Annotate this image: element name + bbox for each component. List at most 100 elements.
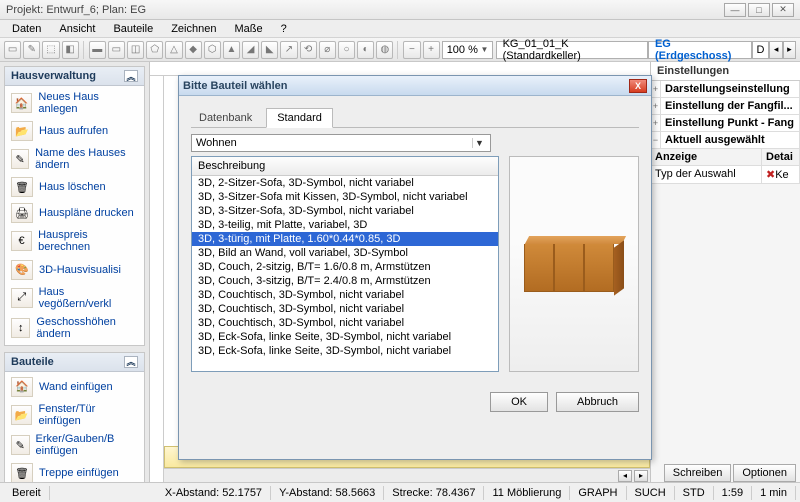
list-item[interactable]: 3D, 3-teilig, mit Platte, variabel, 3D (192, 218, 498, 232)
cancel-button[interactable]: Abbruch (556, 392, 639, 412)
window-titlebar: Projekt: Entwurf_6; Plan: EG — □ ✕ (0, 0, 800, 20)
options-button[interactable]: Optionen (733, 464, 796, 482)
sidebar-item[interactable]: 🖨Hauspläne drucken (5, 200, 144, 226)
tool-icon[interactable]: ◢ (242, 41, 259, 59)
dialog-close-button[interactable]: X (629, 79, 647, 93)
floor-next[interactable]: ▸ (783, 41, 796, 59)
close-button[interactable]: ✕ (772, 3, 794, 17)
tool-icon[interactable]: ▲ (223, 41, 240, 59)
tool-icon[interactable]: ▭ (108, 41, 125, 59)
list-item[interactable]: 3D, Eck-Sofa, linke Seite, 3D-Symbol, ni… (192, 330, 498, 344)
group-header-bauteile[interactable]: Bauteile ︽ (5, 353, 144, 372)
sidebar-item[interactable]: €Hauspreis berechnen (5, 226, 144, 256)
sidebar-item[interactable]: 🎨3D-Hausvisualisi (5, 257, 144, 283)
floor-prev[interactable]: ◂ (769, 41, 782, 59)
floor-kg[interactable]: KG_01_01_K (Standardkeller) (496, 41, 648, 59)
right-panel-buttons: Schreiben Optionen (664, 464, 796, 482)
chevron-up-icon[interactable]: ︽ (124, 356, 138, 368)
list-item[interactable]: 3D, Couchtisch, 3D-Symbol, nicht variabe… (192, 302, 498, 316)
tool-icon[interactable]: ◍ (376, 41, 393, 59)
menu-bauteile[interactable]: Bauteile (105, 21, 161, 37)
list-item[interactable]: 3D, Eck-Sofa, linke Seite, 3D-Symbol, ni… (192, 344, 498, 358)
sidebar-item[interactable]: ✎Erker/Gauben/B einfügen (5, 430, 144, 460)
scroll-left-icon[interactable]: ◂ (618, 470, 632, 482)
maximize-button[interactable]: □ (748, 3, 770, 17)
item-label: Haus vegößern/verkl (39, 286, 138, 310)
tool-icon[interactable]: ▭ (4, 41, 21, 59)
menu-zeichnen[interactable]: Zeichnen (163, 21, 224, 37)
tool-icon[interactable]: ⬠ (146, 41, 163, 59)
floor-d[interactable]: D (752, 41, 770, 59)
zoom-out-icon[interactable]: − (403, 41, 420, 59)
sidebar-item[interactable]: ✎Name des Hauses ändern (5, 144, 144, 174)
ok-button[interactable]: OK (490, 392, 548, 412)
list-item[interactable]: 3D, Couchtisch, 3D-Symbol, nicht variabe… (192, 288, 498, 302)
prop-value[interactable]: ✖Ke (762, 166, 800, 183)
list-header[interactable]: Beschreibung (192, 157, 498, 176)
tool-icon[interactable]: ○ (338, 41, 355, 59)
category-combo[interactable]: Wohnen ▼ (191, 134, 491, 152)
tool-icon[interactable]: ◫ (127, 41, 144, 59)
tool-icon[interactable]: ✎ (23, 41, 40, 59)
menu-masse[interactable]: Maße (226, 21, 270, 37)
write-button[interactable]: Schreiben (664, 464, 732, 482)
sidebar-item[interactable]: 📂Fenster/Tür einfügen (5, 400, 144, 430)
list-item[interactable]: 3D, Bild an Wand, voll variabel, 3D-Symb… (192, 246, 498, 260)
expand-icon[interactable]: + (651, 115, 661, 131)
list-item[interactable]: 3D, Couchtisch, 3D-Symbol, nicht variabe… (192, 316, 498, 330)
settings-row[interactable]: Einstellung Punkt - Fang (661, 115, 800, 131)
tool-icon[interactable]: ⟲ (300, 41, 317, 59)
list-item[interactable]: 3D, 3-Sitzer-Sofa, 3D-Symbol, nicht vari… (192, 204, 498, 218)
h-scrollbar[interactable]: ◂ ▸ (164, 468, 650, 482)
component-listbox[interactable]: Beschreibung 3D, 2-Sitzer-Sofa, 3D-Symbo… (191, 156, 499, 372)
expand-icon[interactable]: + (651, 98, 661, 114)
floor-eg[interactable]: EG (Erdgeschoss) (648, 41, 752, 59)
tool-icon[interactable]: ▬ (89, 41, 106, 59)
tool-icon[interactable]: ◣ (261, 41, 278, 59)
sidebar-item[interactable]: 🗑Haus löschen (5, 174, 144, 200)
group-bauteile: Bauteile ︽ 🏠Wand einfügen📂Fenster/Tür ei… (4, 352, 145, 482)
list-item[interactable]: 3D, Couch, 2-sitzig, B/T= 1.6/0.8 m, Arm… (192, 260, 498, 274)
collapse-icon[interactable]: − (651, 132, 661, 148)
sidebar-item[interactable]: 🏠Neues Haus anlegen (5, 88, 144, 118)
dialog-titlebar[interactable]: Bitte Bauteil wählen X (179, 76, 651, 96)
chevron-up-icon[interactable]: ︽ (124, 70, 138, 82)
status-graph: GRAPH (570, 486, 626, 500)
list-item[interactable]: 3D, 3-Sitzer-Sofa mit Kissen, 3D-Symbol,… (192, 190, 498, 204)
item-label: Wand einfügen (39, 381, 113, 393)
menu-help[interactable]: ? (273, 21, 295, 37)
list-item[interactable]: 3D, 3-türig, mit Platte, 1.60*0.44*0.85,… (192, 232, 498, 246)
tool-icon[interactable]: ↗ (280, 41, 297, 59)
floor-selector: KG_01_01_K (Standardkeller) EG (Erdgesch… (496, 40, 796, 60)
group-header-hausverwaltung[interactable]: Hausverwaltung ︽ (5, 67, 144, 86)
zoom-in-icon[interactable]: + (423, 41, 440, 59)
minimize-button[interactable]: — (724, 3, 746, 17)
tool-icon[interactable]: ⬚ (42, 41, 59, 59)
settings-row[interactable]: Darstellungseinstellung (661, 81, 800, 97)
tool-icon[interactable]: ⌀ (319, 41, 336, 59)
window-title: Projekt: Entwurf_6; Plan: EG (6, 4, 146, 16)
expand-icon[interactable]: + (651, 81, 661, 97)
tool-icon[interactable]: ◆ (185, 41, 202, 59)
tool-icon[interactable]: ⬡ (204, 41, 221, 59)
tab-standard[interactable]: Standard (266, 108, 333, 128)
list-item[interactable]: 3D, 2-Sitzer-Sofa, 3D-Symbol, nicht vari… (192, 176, 498, 190)
tool-icon[interactable]: ◐ (357, 41, 374, 59)
status-mode: 11 Möblierung (484, 486, 570, 500)
list-item[interactable]: 3D, Couch, 3-sitzig, B/T= 2.4/0.8 m, Arm… (192, 274, 498, 288)
settings-row[interactable]: Aktuell ausgewählt (661, 132, 800, 148)
sidebar-item[interactable]: 🗑Treppe einfügen (5, 460, 144, 482)
sidebar-item[interactable]: ↕Geschosshöhen ändern (5, 313, 144, 343)
scroll-right-icon[interactable]: ▸ (634, 470, 648, 482)
settings-row[interactable]: Einstellung der Fangfil... (661, 98, 800, 114)
zoom-combo[interactable]: 100 % ▼ (442, 41, 494, 59)
menu-ansicht[interactable]: Ansicht (51, 21, 103, 37)
tool-icon[interactable]: △ (165, 41, 182, 59)
sidebar-item[interactable]: ⤢Haus vegößern/verkl (5, 283, 144, 313)
tool-icon[interactable]: ◧ (62, 41, 79, 59)
sidebar-item[interactable]: 📂Haus aufrufen (5, 118, 144, 144)
item-label: Geschosshöhen ändern (36, 316, 138, 340)
sidebar-item[interactable]: 🏠Wand einfügen (5, 374, 144, 400)
menu-daten[interactable]: Daten (4, 21, 49, 37)
status-such: SUCH (627, 486, 675, 500)
